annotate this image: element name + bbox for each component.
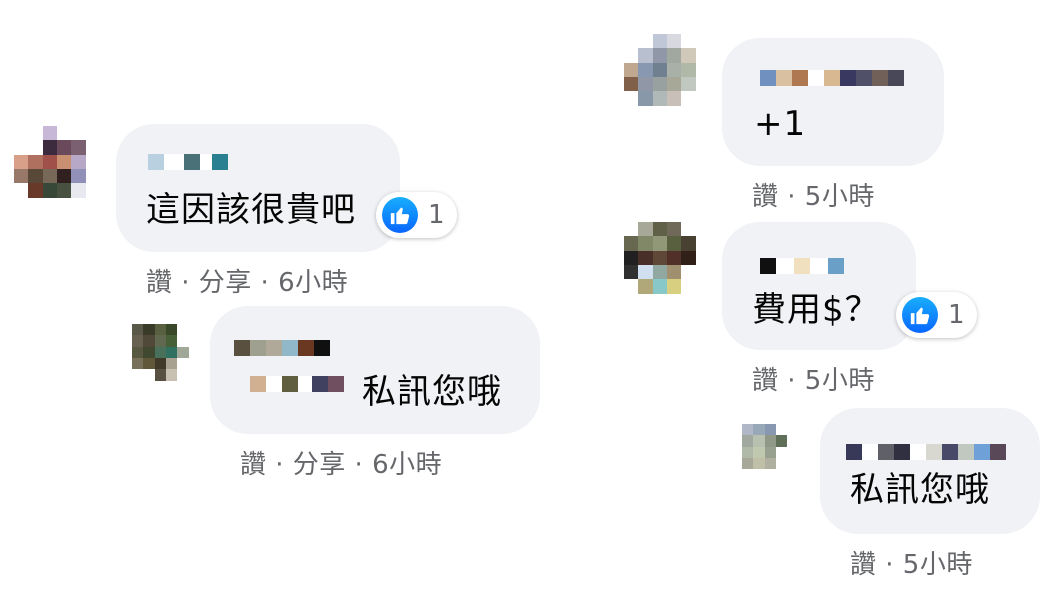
like-icon bbox=[382, 197, 418, 233]
avatar[interactable] bbox=[742, 424, 810, 492]
comment-bubble bbox=[722, 38, 944, 166]
comment-text: 費用$？ bbox=[752, 290, 880, 330]
reaction-count: 1 bbox=[948, 300, 965, 330]
comment-actions[interactable]: 讚 · 5小時 bbox=[752, 176, 875, 213]
reaction-badge[interactable]: 1 bbox=[376, 192, 457, 238]
reaction-count: 1 bbox=[428, 200, 445, 230]
comment-text: 私訊您哦 bbox=[850, 470, 990, 510]
comment-bubble bbox=[722, 222, 916, 350]
avatar[interactable] bbox=[624, 222, 710, 308]
avatar[interactable] bbox=[132, 324, 200, 392]
comment-bubble bbox=[116, 124, 400, 252]
avatar[interactable] bbox=[624, 34, 710, 120]
comment-actions[interactable]: 讚 · 5小時 bbox=[752, 360, 875, 397]
author-name[interactable] bbox=[148, 154, 228, 170]
author-name-continued bbox=[250, 376, 344, 408]
comment-actions[interactable]: 讚 · 5小時 bbox=[850, 544, 973, 581]
author-name[interactable] bbox=[234, 340, 330, 356]
comment-text: 這因該很貴吧 bbox=[146, 190, 356, 230]
comment-text: 私訊您哦 bbox=[362, 372, 502, 412]
comment-actions[interactable]: 讚 · 分享 · 6小時 bbox=[240, 444, 442, 481]
like-icon bbox=[902, 297, 938, 333]
reaction-badge[interactable]: 1 bbox=[896, 292, 977, 338]
avatar[interactable] bbox=[14, 126, 100, 212]
author-name[interactable] bbox=[846, 444, 1006, 460]
comment-actions[interactable]: 讚 · 分享 · 6小時 bbox=[146, 262, 348, 299]
comment-bubble bbox=[210, 306, 540, 434]
comment-text: +1 bbox=[754, 104, 807, 144]
author-name[interactable] bbox=[760, 70, 904, 86]
author-name[interactable] bbox=[760, 258, 844, 274]
